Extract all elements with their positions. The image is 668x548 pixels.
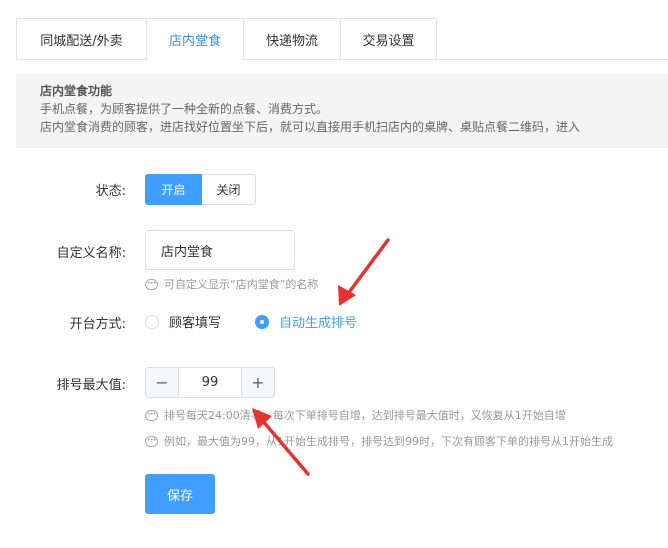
status-label: 状态: (95, 184, 126, 199)
info-panel: 店内堂食功能 手机点餐，为顾客提供了一种全新的点餐、消费方式。 店内堂食消费的顾… (16, 74, 668, 148)
tab-bar: 同城配送/外卖 店内堂食 快递物流 交易设置 (16, 18, 437, 60)
radio-customer-fill[interactable]: 顾客填写 (145, 312, 221, 331)
info-line-1: 手机点餐，为顾客提供了一种全新的点餐、消费方式。 (40, 102, 329, 116)
increment-button[interactable]: + (241, 368, 274, 397)
radio-checked-icon (255, 314, 269, 329)
info-title: 店内堂食功能 (40, 84, 113, 98)
tab-same-city-delivery[interactable]: 同城配送/外卖 (16, 18, 146, 60)
custom-name-hint-text: 可自定义显示“店内堂食”的名称 (164, 278, 319, 291)
active-tab-gap (147, 59, 242, 60)
custom-name-label: 自定义名称: (56, 246, 126, 261)
status-toggle: 开启 关闭 (145, 174, 256, 205)
radio-auto-queue[interactable]: 自动生成排号 (255, 312, 357, 331)
radio-unchecked-icon (145, 314, 159, 329)
tabs-divider (16, 59, 668, 60)
status-off-button[interactable]: 关闭 (202, 174, 256, 205)
tab-express-logistics[interactable]: 快递物流 (243, 18, 340, 60)
message-dots-icon: ••• (145, 278, 158, 290)
tab-trade-settings[interactable]: 交易设置 (340, 18, 437, 60)
max-queue-hint-1: ••• 排号每天24:00清零，每次下单排号自增，达到排号最大值时，又恢复从1开… (145, 407, 566, 423)
tab-dine-in[interactable]: 店内堂食 (146, 18, 243, 60)
annotation-arrow-radio (338, 238, 390, 306)
message-dots-icon: ••• (145, 435, 158, 447)
max-queue-input[interactable]: 99 (179, 368, 241, 397)
max-queue-hint-2-text: 例如，最大值为99，从1开始生成排号，排号达到99时，下次有顾客下单的排号从1开… (164, 435, 613, 448)
custom-name-hint: ••• 可自定义显示“店内堂食”的名称 (145, 276, 318, 292)
custom-name-input[interactable]: 店内堂食 (145, 230, 295, 270)
max-queue-label: 排号最大值: (56, 378, 126, 393)
max-queue-hint-1-text: 排号每天24:00清零，每次下单排号自增，达到排号最大值时，又恢复从1开始自增 (164, 409, 566, 422)
radio-auto-queue-label: 自动生成排号 (279, 316, 358, 331)
message-dots-icon: ••• (145, 409, 158, 421)
radio-customer-fill-label: 顾客填写 (169, 316, 222, 331)
save-button[interactable]: 保存 (145, 474, 215, 514)
status-on-button[interactable]: 开启 (145, 174, 202, 205)
decrement-button[interactable]: − (146, 368, 179, 397)
max-queue-stepper: − 99 + (145, 367, 275, 398)
max-queue-hint-2: ••• 例如，最大值为99，从1开始生成排号，排号达到99时，下次有顾客下单的排… (145, 433, 613, 449)
info-line-2: 店内堂食消费的顾客，进店找好位置坐下后，就可以直接用手机扫店内的桌牌、桌贴点餐二… (40, 120, 581, 134)
open-mode-label: 开台方式: (69, 317, 126, 332)
